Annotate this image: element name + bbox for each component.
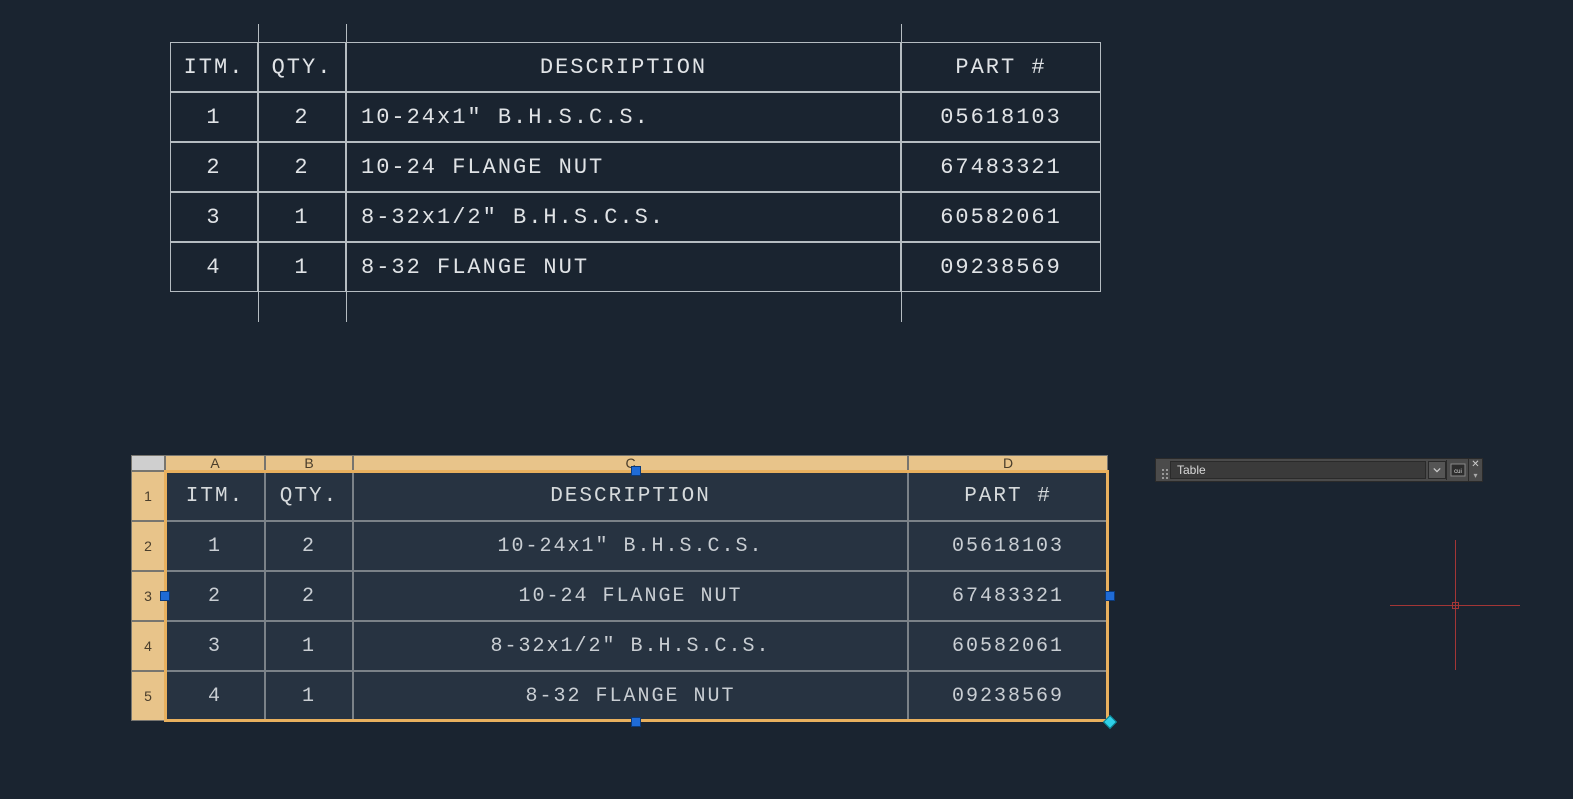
cell-itm: 2	[170, 142, 258, 192]
col-letter[interactable]: D	[908, 455, 1108, 471]
cell-itm: 1	[170, 92, 258, 142]
cell-part: 09238569	[901, 242, 1101, 292]
row-number[interactable]: 1	[131, 471, 165, 521]
col-header-desc: DESCRIPTION	[346, 42, 901, 92]
cell-itm: 3	[170, 192, 258, 242]
row-number[interactable]: 2	[131, 521, 165, 571]
row-number[interactable]: 5	[131, 671, 165, 721]
table-corner[interactable]	[131, 455, 165, 471]
svg-text:cui: cui	[1454, 469, 1462, 475]
cell-itm: 4	[170, 242, 258, 292]
cell-qty: 1	[258, 242, 346, 292]
cell-part: 67483321	[901, 142, 1101, 192]
options-arrow-icon[interactable]: ▾	[1473, 472, 1477, 480]
close-icon[interactable]: ✕	[1471, 461, 1479, 469]
dropdown-label: Table	[1177, 463, 1206, 477]
cell-qty[interactable]: 2	[265, 521, 353, 571]
cell-qty: 2	[258, 92, 346, 142]
cell-itm[interactable]: 1	[165, 521, 265, 571]
cell-part[interactable]: 67483321	[908, 571, 1108, 621]
cell-part[interactable]: 09238569	[908, 671, 1108, 721]
cell-part[interactable]: 60582061	[908, 621, 1108, 671]
grip-handle[interactable]	[160, 591, 170, 601]
cell-header-desc[interactable]: DESCRIPTION	[353, 471, 908, 521]
grip-handle[interactable]	[631, 717, 641, 727]
row-number[interactable]: 4	[131, 621, 165, 671]
cell-qty[interactable]: 2	[265, 571, 353, 621]
cell-desc: 8-32x1/2" B.H.S.C.S.	[346, 192, 901, 242]
selected-cad-table[interactable]: A B C D 1 ITM. QTY. DESCRIPTION PART # 2…	[131, 455, 1108, 721]
col-header-qty: QTY.	[258, 42, 346, 92]
cell-itm[interactable]: 3	[165, 621, 265, 671]
col-letter[interactable]: A	[165, 455, 265, 471]
cell-header-part[interactable]: PART #	[908, 471, 1108, 521]
cell-header-itm[interactable]: ITM.	[165, 471, 265, 521]
table-style-dropdown[interactable]: Table	[1170, 461, 1426, 479]
cui-button[interactable]: cui	[1446, 460, 1468, 480]
cell-itm[interactable]: 2	[165, 571, 265, 621]
cell-desc[interactable]: 8-32x1/2" B.H.S.C.S.	[353, 621, 908, 671]
drawn-parts-table: ITM. QTY. DESCRIPTION PART # 1 2 10-24x1…	[170, 42, 1101, 292]
grip-handle[interactable]	[1105, 591, 1115, 601]
cell-desc: 8-32 FLANGE NUT	[346, 242, 901, 292]
cell-part[interactable]: 05618103	[908, 521, 1108, 571]
cell-header-qty[interactable]: QTY.	[265, 471, 353, 521]
cell-qty: 1	[258, 192, 346, 242]
cell-desc: 10-24x1" B.H.S.C.S.	[346, 92, 901, 142]
col-letter[interactable]: B	[265, 455, 353, 471]
table-toolbar[interactable]: Table cui ✕ ▾	[1155, 458, 1483, 482]
cell-part: 05618103	[901, 92, 1101, 142]
toolbar-close[interactable]: ✕ ▾	[1468, 459, 1482, 481]
cell-desc[interactable]: 10-24x1" B.H.S.C.S.	[353, 521, 908, 571]
cell-desc: 10-24 FLANGE NUT	[346, 142, 901, 192]
grip-handle[interactable]	[631, 466, 641, 476]
cell-qty: 2	[258, 142, 346, 192]
col-header-part: PART #	[901, 42, 1101, 92]
cell-desc[interactable]: 10-24 FLANGE NUT	[353, 571, 908, 621]
cell-desc[interactable]: 8-32 FLANGE NUT	[353, 671, 908, 721]
cell-qty[interactable]: 1	[265, 621, 353, 671]
cell-itm[interactable]: 4	[165, 671, 265, 721]
cell-qty[interactable]: 1	[265, 671, 353, 721]
toolbar-grip-icon[interactable]	[1156, 459, 1170, 481]
dropdown-arrow-icon[interactable]	[1428, 461, 1446, 479]
col-header-itm: ITM.	[170, 42, 258, 92]
cell-part: 60582061	[901, 192, 1101, 242]
